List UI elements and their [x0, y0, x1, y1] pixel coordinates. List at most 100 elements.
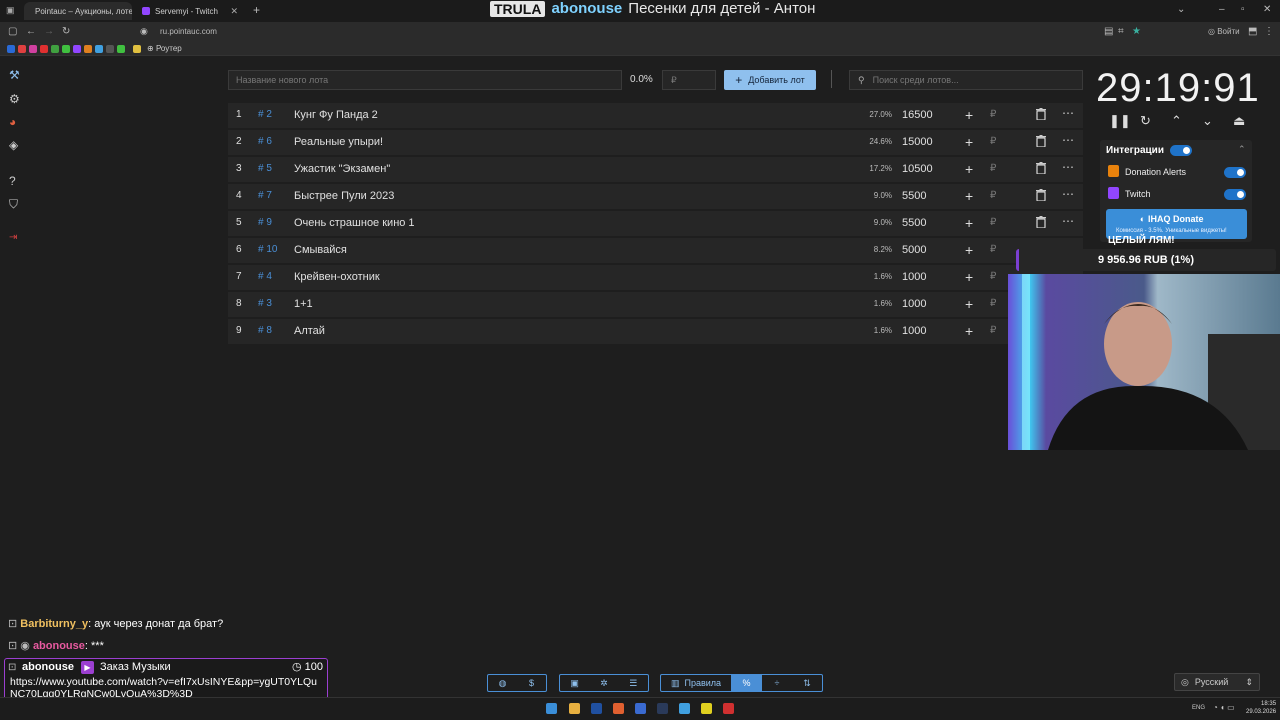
add-lot-button[interactable]: + Добавить лот: [724, 70, 816, 90]
extensions-icon[interactable]: ⬒: [1248, 26, 1257, 37]
lot-row[interactable]: 2 # 6 Реальные упыри! 24.6% 15000 + ₽ ⋯: [228, 130, 1083, 155]
bookmark-icon[interactable]: [40, 45, 48, 53]
wheel-icon[interactable]: ◕: [9, 115, 16, 129]
lot-row[interactable]: 5 # 9 Очень страшное кино 1 9.0% 5500 + ₽ ⋯: [228, 211, 1083, 236]
steam-icon[interactable]: [657, 703, 668, 714]
lot-row[interactable]: 4 # 7 Быстрее Пули 2023 9.0% 5500 + ₽ ⋯: [228, 184, 1083, 209]
lot-name[interactable]: Крейвен-охотник: [294, 271, 380, 283]
timer-decrease-icon[interactable]: ⌄: [1202, 113, 1213, 129]
delete-lot-icon[interactable]: [1036, 216, 1046, 231]
login-button[interactable]: ◎ Войти: [1208, 27, 1240, 36]
browser-icon[interactable]: [613, 703, 624, 714]
new-lot-amount-input[interactable]: ₽: [662, 70, 716, 90]
bookmark-icon[interactable]: [133, 45, 141, 53]
bookmark-vk-icon[interactable]: [7, 45, 15, 53]
telegram-icon[interactable]: [635, 703, 646, 714]
url-field[interactable]: ru.pointauc.com: [160, 27, 217, 36]
browser-menu-icon[interactable]: ⋮: [1264, 26, 1274, 37]
maximize-icon[interactable]: ▫: [1241, 4, 1245, 15]
logout-icon[interactable]: ⇥: [9, 232, 17, 243]
github-icon[interactable]: ◍: [488, 675, 517, 691]
close-window-icon[interactable]: ✕: [1263, 4, 1271, 15]
list-icon[interactable]: ☰: [619, 675, 648, 691]
lot-name[interactable]: Кунг Фу Панда 2: [294, 109, 378, 121]
timer-increase-icon[interactable]: ⌃: [1171, 113, 1182, 129]
lot-name[interactable]: Очень страшное кино 1: [294, 217, 415, 229]
add-to-lot-icon[interactable]: +: [965, 296, 973, 312]
back-icon[interactable]: ←: [26, 26, 36, 37]
bookmark-twitch-icon[interactable]: [73, 45, 81, 53]
lot-row[interactable]: 6 # 10 Смывайся 8.2% 5000 + ₽: [228, 238, 1083, 263]
new-tab-icon[interactable]: +: [253, 3, 260, 17]
lot-row[interactable]: 9 # 8 Алтай 1.6% 1000 + ₽: [228, 319, 1083, 344]
bookmark-icon[interactable]: [106, 45, 114, 53]
bookmark-router[interactable]: ⊕ Роутер: [147, 44, 182, 53]
delete-lot-icon[interactable]: [1036, 162, 1046, 177]
add-to-lot-icon[interactable]: +: [965, 107, 973, 123]
delete-lot-icon[interactable]: [1036, 108, 1046, 123]
timer-max-icon[interactable]: ⏏: [1233, 113, 1245, 129]
collapse-icon[interactable]: ⌃: [1238, 144, 1246, 155]
app-icon[interactable]: [679, 703, 690, 714]
bug-icon[interactable]: ✲: [589, 675, 618, 691]
obs-icon[interactable]: [723, 703, 734, 714]
tab-pointauc[interactable]: Pointauc – Аукционы, лотереи ✕: [24, 2, 132, 20]
settings-icon[interactable]: ⚙: [9, 92, 20, 106]
reader-icon[interactable]: ▤: [1104, 26, 1113, 37]
more-options-icon[interactable]: ⋯: [1062, 133, 1074, 147]
rules-button[interactable]: ▥ Правила: [661, 675, 731, 691]
lot-name[interactable]: Быстрее Пули 2023: [294, 190, 394, 202]
bookmark-kick-icon[interactable]: [62, 45, 70, 53]
clock[interactable]: 18:35 29.03.2026: [1246, 700, 1276, 716]
language-select[interactable]: ◎ Русский ⇕: [1174, 673, 1260, 691]
add-to-lot-icon[interactable]: +: [965, 161, 973, 177]
add-to-lot-icon[interactable]: +: [965, 323, 973, 339]
lot-search-input[interactable]: ⚲ Поиск среди лотов...: [849, 70, 1083, 90]
add-to-lot-icon[interactable]: +: [965, 215, 973, 231]
sidebar-toggle-icon[interactable]: ▢: [8, 26, 17, 37]
sort-icon[interactable]: ⇅: [792, 675, 822, 691]
translate-icon[interactable]: ⌗: [1118, 26, 1124, 37]
more-options-icon[interactable]: ⋯: [1062, 106, 1074, 120]
lot-name[interactable]: Смывайся: [294, 244, 347, 256]
donate-dollar-icon[interactable]: $: [517, 675, 546, 691]
tab-menu-icon[interactable]: ▣: [6, 5, 15, 16]
bookmark-icon[interactable]: [95, 45, 103, 53]
close-tab-icon[interactable]: ✕: [230, 6, 238, 17]
auction-icon[interactable]: ⚒: [9, 68, 20, 82]
percent-mode-icon[interactable]: %: [731, 675, 762, 691]
tab-twitch[interactable]: Servemyi - Twitch ✕: [136, 2, 244, 20]
bookmark-icon[interactable]: [117, 45, 125, 53]
bookmark-youtube-icon[interactable]: [18, 45, 26, 53]
lot-row[interactable]: 3 # 5 Ужастик "Экзамен" 17.2% 10500 + ₽ ⋯: [228, 157, 1083, 182]
site-info-icon[interactable]: ◉: [140, 26, 148, 37]
add-to-lot-icon[interactable]: +: [965, 269, 973, 285]
explorer-icon[interactable]: [569, 703, 580, 714]
divide-icon[interactable]: ÷: [762, 675, 792, 691]
bookmark-icon[interactable]: [84, 45, 92, 53]
app-icon[interactable]: [701, 703, 712, 714]
delete-lot-icon[interactable]: [1036, 135, 1046, 150]
start-icon[interactable]: [546, 703, 557, 714]
save-icon[interactable]: ▣: [560, 675, 589, 691]
new-lot-name-input[interactable]: Название нового лота: [228, 70, 622, 90]
more-options-icon[interactable]: ⋯: [1062, 187, 1074, 201]
add-to-lot-icon[interactable]: +: [965, 134, 973, 150]
donation-alerts-toggle[interactable]: [1224, 167, 1246, 178]
tabs-dropdown-icon[interactable]: ⌄: [1177, 4, 1185, 15]
lot-name[interactable]: Алтай: [294, 325, 325, 337]
keyboard-lang[interactable]: ENG: [1192, 705, 1205, 711]
lot-name[interactable]: Реальные упыри!: [294, 136, 383, 148]
shield-icon[interactable]: ⛉: [9, 197, 18, 212]
lot-row[interactable]: 7 # 4 Крейвен-охотник 1.6% 1000 + ₽: [228, 265, 1083, 290]
bookmark-icon[interactable]: [51, 45, 59, 53]
bookmark-icon[interactable]: [29, 45, 37, 53]
layers-icon[interactable]: ◈: [9, 138, 18, 152]
help-icon[interactable]: ?: [9, 174, 16, 188]
pause-icon[interactable]: ❚❚: [1109, 113, 1131, 129]
lot-name[interactable]: 1+1: [294, 298, 313, 310]
bookmark-star-icon[interactable]: ★: [1132, 26, 1141, 37]
tray-icons[interactable]: ◔ ◖ ▭: [1213, 703, 1235, 712]
twitch-toggle[interactable]: [1224, 189, 1246, 200]
reset-timer-icon[interactable]: ↻: [1140, 113, 1151, 129]
